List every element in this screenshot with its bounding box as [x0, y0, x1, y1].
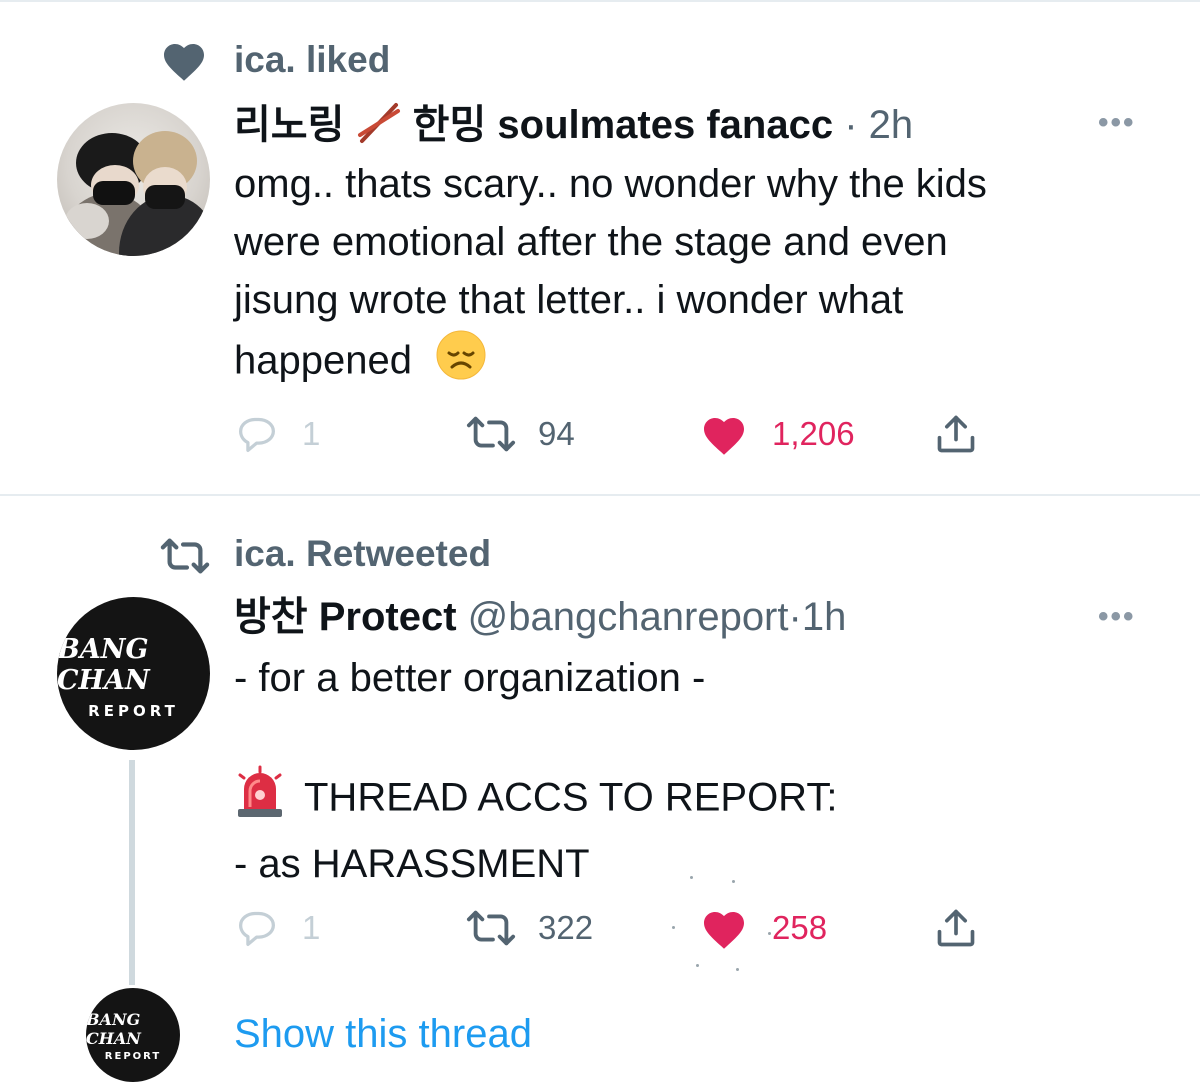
tweet-header: 방찬 Protect @bangchanreport·1h — [234, 593, 846, 641]
share-icon — [937, 415, 975, 453]
share-button[interactable] — [934, 904, 978, 952]
timestamp[interactable]: 1h — [802, 595, 847, 639]
retweet-count: 94 — [538, 415, 575, 452]
tweet-header: 리노링 한밍 soulmates fanacc · 2h — [234, 99, 913, 156]
display-name[interactable]: soulmates fanacc — [497, 103, 833, 147]
tweet-divider — [0, 494, 1200, 496]
reply-icon — [239, 911, 275, 946]
heart-filled-icon — [704, 418, 744, 455]
retweet-icon — [466, 910, 516, 946]
reply-icon — [239, 417, 275, 452]
tweet-text-line: omg.. thats scary.. no wonder why the ki… — [234, 162, 987, 206]
like-button[interactable]: 258 — [700, 904, 827, 952]
avatar-logo-subtext: REPORT — [88, 701, 179, 720]
separator-dot: · — [788, 595, 802, 639]
show-thread-link[interactable]: Show this thread — [234, 1010, 532, 1058]
user-handle[interactable]: @bangchanreport — [468, 595, 789, 639]
reply-count: 1 — [302, 909, 321, 946]
retweet-icon — [158, 534, 210, 578]
tweet-text-line-last: happened — [234, 329, 1134, 397]
timestamp[interactable]: 2h — [869, 103, 914, 147]
share-icon — [937, 909, 975, 947]
police-light-emoji — [234, 765, 286, 835]
avatar-photo — [57, 131, 210, 256]
heart-filled-icon — [704, 912, 744, 949]
avatar-logo-text: BANG CHAN — [57, 633, 150, 696]
avatar-logo-text: BANG CHAN — [86, 1010, 141, 1048]
retweet-button[interactable]: 94 — [466, 412, 575, 456]
disappointed-face-emoji — [435, 329, 487, 397]
like-count: 1,206 — [772, 415, 855, 452]
reply-count: 1 — [302, 415, 321, 452]
tweet-text-word: happened — [234, 338, 412, 383]
tweet-text-line: were emotional after the stage and even — [234, 220, 948, 264]
avatar-logo-subtext: REPORT — [104, 1051, 162, 1062]
social-context-retweeted[interactable]: ica. Retweeted — [234, 532, 491, 576]
avatar[interactable] — [57, 103, 210, 256]
tweet-text-line: jisung wrote that letter.. i wonder what — [234, 278, 904, 322]
tweet-text: omg.. thats scary.. no wonder why the ki… — [234, 155, 1134, 397]
like-count: 258 — [772, 909, 828, 946]
tweet-text-word: THREAD ACCS TO REPORT: — [304, 775, 838, 820]
thread-connector-line — [129, 760, 135, 985]
separator-dot: · — [844, 103, 858, 148]
tweet-text-line: - for a better organization - — [234, 656, 706, 700]
tweet-text-line: THREAD ACCS TO REPORT: — [234, 765, 1134, 835]
more-options-button[interactable]: ••• — [1098, 108, 1136, 138]
more-options-button[interactable]: ••• — [1098, 602, 1136, 632]
display-name-korean-2[interactable]: 한밍 — [413, 103, 487, 147]
retweet-count: 322 — [538, 909, 594, 946]
chopsticks-emoji — [356, 99, 402, 156]
top-divider — [0, 0, 1200, 2]
avatar[interactable]: BANG CHAN REPORT — [57, 597, 210, 750]
display-name-korean[interactable]: 방찬 — [234, 595, 308, 639]
reply-button[interactable]: 1 — [234, 906, 320, 950]
retweet-icon — [466, 416, 516, 452]
like-button[interactable]: 1,206 — [700, 410, 855, 458]
reply-button[interactable]: 1 — [234, 412, 320, 456]
tweet-text: - for a better organization - THREAD ACC… — [234, 649, 1134, 893]
display-name[interactable]: Protect — [319, 595, 457, 639]
display-name-korean[interactable]: 리노링 — [234, 103, 344, 147]
retweet-button[interactable]: 322 — [466, 906, 593, 950]
social-context-liked[interactable]: ica. liked — [234, 38, 390, 82]
thread-avatar[interactable]: BANG CHAN REPORT — [86, 988, 180, 1082]
heart-icon — [158, 38, 208, 82]
share-button[interactable] — [934, 410, 978, 458]
